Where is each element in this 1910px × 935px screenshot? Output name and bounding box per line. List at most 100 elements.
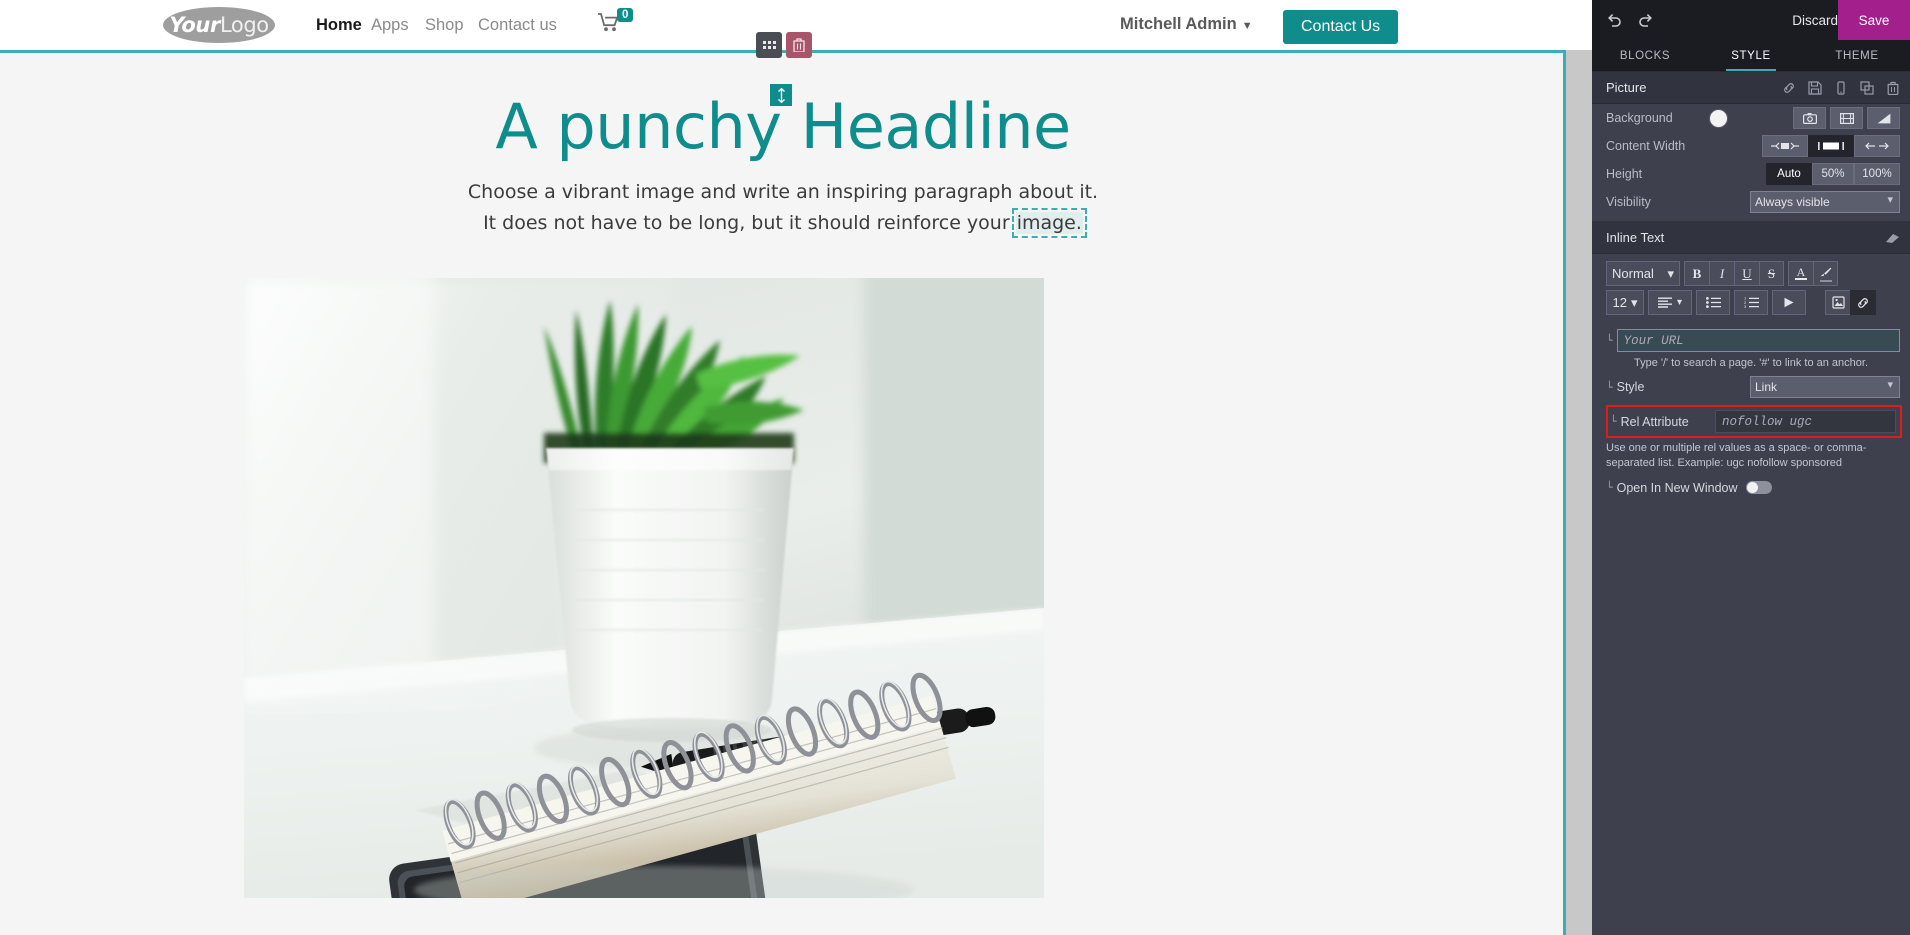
insert-link-button[interactable] [1850, 290, 1876, 315]
snippet-options-toolbar [756, 32, 812, 58]
paragraph-style-select[interactable]: Normal ▾ [1606, 261, 1680, 286]
vertical-resize-icon[interactable] [770, 84, 792, 106]
copy-icon[interactable] [1860, 80, 1874, 95]
rel-attribute-input[interactable] [1715, 410, 1896, 433]
background-shape-button[interactable] [1867, 107, 1900, 129]
text-color-underline [1795, 278, 1807, 280]
visibility-row: Visibility Always visible [1592, 188, 1910, 221]
open-new-window-label: Open In New Window [1616, 480, 1738, 495]
open-new-window-row: └ Open In New Window [1592, 473, 1910, 497]
background-color-button[interactable] [1813, 261, 1838, 286]
text-color-button[interactable]: A [1788, 261, 1813, 286]
trash-icon[interactable] [786, 32, 812, 58]
mobile-icon[interactable] [1834, 80, 1848, 95]
content-width-medium-button[interactable] [1808, 135, 1854, 157]
content-width-narrow-button[interactable] [1762, 135, 1808, 157]
svg-text:3: 3 [1744, 304, 1747, 308]
canvas-scrollbar[interactable] [1566, 50, 1592, 935]
background-row: Background [1592, 104, 1910, 132]
discard-button[interactable]: Discard [1792, 0, 1838, 40]
user-menu[interactable]: Mitchell Admin ▼ [1120, 15, 1253, 34]
picture-section-title: Picture [1606, 80, 1647, 95]
nav-item-home[interactable]: Home [316, 16, 362, 35]
visibility-label: Visibility [1606, 195, 1651, 209]
media-play-button[interactable] [1772, 290, 1806, 315]
picture-section-header: Picture [1592, 72, 1910, 104]
font-size-select[interactable]: 12 ▾ [1606, 290, 1644, 315]
content-width-label: Content Width [1606, 139, 1686, 153]
height-label: Height [1606, 167, 1643, 181]
user-name: Mitchell Admin [1120, 15, 1237, 33]
editor-panel: Discard Save BLOCKS STYLE THEME Picture … [1592, 0, 1910, 935]
insert-image-button[interactable] [1825, 290, 1850, 315]
odoo-website-editor: Your Logo Home Apps Shop Contact us 0 Mit… [0, 0, 1910, 935]
text-color-letter: A [1796, 265, 1806, 279]
background-label: Background [1606, 111, 1673, 125]
url-input[interactable] [1616, 329, 1900, 352]
brush-icon [1819, 265, 1832, 280]
nav-item-apps[interactable]: Apps [371, 16, 409, 35]
redo-icon[interactable] [1632, 6, 1660, 34]
site-logo[interactable]: Your Logo [163, 7, 275, 43]
tree-marker: └ [1610, 415, 1617, 428]
italic-button[interactable]: I [1709, 261, 1734, 286]
tree-marker: └ [1606, 380, 1613, 394]
cart-widget[interactable]: 0 [598, 8, 634, 36]
hero-line-1: Choose a vibrant image and write an insp… [467, 181, 1099, 204]
align-left-icon[interactable]: ▾ [1648, 290, 1692, 315]
chevron-down-icon: ▾ [1667, 265, 1674, 281]
hero-line-2-prefix: It does not have to be long, but it shou… [483, 212, 1016, 235]
open-new-window-toggle[interactable] [1745, 481, 1772, 495]
link-style-row: └ Style Link [1592, 374, 1910, 400]
save-icon[interactable] [1808, 80, 1822, 95]
background-color-swatch[interactable] [1709, 108, 1728, 128]
background-image-button[interactable] [1793, 107, 1826, 129]
save-button[interactable]: Save [1838, 0, 1910, 40]
inline-text-section-header: Inline Text [1592, 222, 1910, 254]
underline-button[interactable]: U [1734, 261, 1759, 286]
chevron-down-icon: ▾ [1630, 294, 1638, 310]
background-video-button[interactable] [1830, 107, 1863, 129]
height-50-button[interactable]: 50% [1812, 163, 1854, 185]
eraser-icon[interactable] [1884, 232, 1900, 244]
font-size-value: 12 [1612, 295, 1627, 310]
inline-text-toolbar: Normal ▾ B I U S A 12 ▾ ▾ 1 2 3 [1592, 254, 1910, 323]
rel-hint-line-2: separated list. Example: ugc nofollow sp… [1606, 456, 1843, 469]
visibility-select[interactable]: Always visible [1750, 191, 1900, 213]
height-auto-button[interactable]: Auto [1766, 163, 1812, 185]
rel-attribute-row: └ Rel Attribute [1606, 405, 1902, 438]
tree-marker: └ [1606, 481, 1613, 495]
bold-button[interactable]: B [1684, 261, 1709, 286]
nav-item-contact-us[interactable]: Contact us [478, 16, 557, 35]
nav-item-shop[interactable]: Shop [425, 16, 464, 35]
content-width-wide-button[interactable] [1854, 135, 1900, 157]
chevron-down-icon: ▾ [1676, 297, 1683, 308]
strikethrough-button[interactable]: S [1759, 261, 1784, 286]
link-icon[interactable] [1782, 81, 1796, 95]
tab-blocks[interactable]: BLOCKS [1592, 40, 1698, 71]
link-style-select[interactable]: Link [1750, 376, 1900, 398]
editor-tabs: BLOCKS STYLE THEME [1592, 40, 1910, 72]
cart-count-badge: 0 [617, 8, 634, 22]
trash-icon[interactable] [1886, 81, 1900, 95]
tab-theme[interactable]: THEME [1804, 40, 1910, 71]
contact-us-button[interactable]: Contact Us [1283, 10, 1399, 44]
hero-paragraph[interactable]: Choose a vibrant image and write an insp… [0, 177, 1566, 239]
editor-topbar: Discard Save [1592, 0, 1910, 40]
content-width-row: Content Width [1592, 132, 1910, 160]
inline-text-section-title: Inline Text [1606, 230, 1665, 245]
url-hint: Type '/' to search a page. '#' to link t… [1633, 357, 1869, 369]
grid-drag-icon[interactable] [756, 32, 782, 58]
tab-style[interactable]: STYLE [1698, 40, 1804, 71]
logo-logo-text: Logo [219, 13, 269, 37]
hero-image[interactable] [244, 278, 1044, 898]
rel-hint-line-1: Use one or multiple rel values as a spac… [1606, 442, 1867, 454]
hero-section: A punchy Headline Choose a vibrant image… [0, 50, 1566, 239]
undo-icon[interactable] [1600, 6, 1628, 34]
ordered-list-button[interactable]: 123 [1734, 290, 1768, 315]
rel-attribute-label: Rel Attribute [1620, 414, 1689, 429]
height-100-button[interactable]: 100% [1854, 163, 1900, 185]
toggle-knob [1746, 482, 1758, 494]
unordered-list-button[interactable] [1696, 290, 1730, 315]
hero-inline-link[interactable]: image. [1011, 208, 1087, 239]
